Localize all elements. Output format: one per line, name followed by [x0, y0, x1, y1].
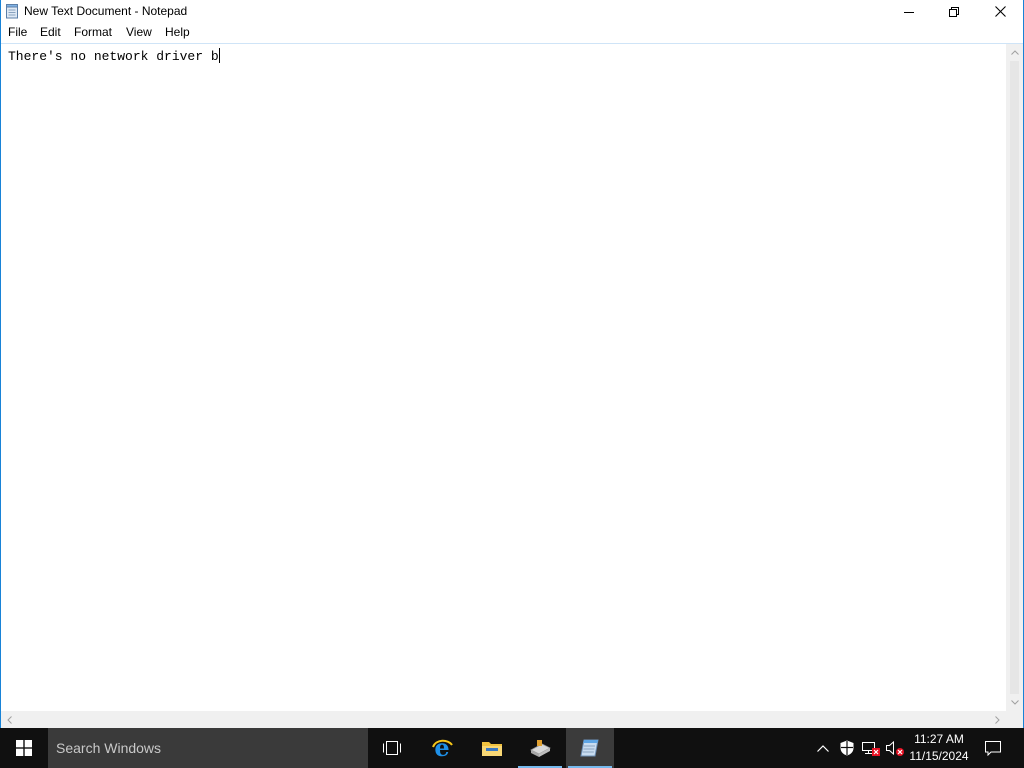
notepad-icon[interactable]: [5, 4, 19, 19]
network-disconnected-icon: [862, 742, 880, 756]
network-app-icon: [530, 740, 551, 757]
vertical-scrollbar[interactable]: [1006, 44, 1023, 711]
menu-edit[interactable]: Edit: [40, 25, 61, 40]
taskbar: Search Windows e 11:27 AM 11/15/2024: [0, 728, 1024, 768]
window-title: New Text Document - Notepad: [24, 4, 188, 18]
menu-format[interactable]: Format: [74, 25, 112, 40]
scroll-right-arrow[interactable]: [989, 711, 1006, 728]
system-clock[interactable]: 11:27 AM 11/15/2024: [905, 731, 973, 765]
scroll-left-arrow[interactable]: [1, 711, 18, 728]
menu-file[interactable]: File: [8, 25, 27, 40]
text-caret: [218, 48, 220, 63]
chevron-right-icon: [995, 715, 1000, 724]
menu-bar: File Edit Format View Help: [1, 23, 1023, 42]
menu-help[interactable]: Help: [165, 25, 190, 40]
tray-volume[interactable]: [884, 728, 906, 768]
chevron-up-icon: [817, 744, 829, 752]
tray-network[interactable]: [860, 728, 882, 768]
chevron-down-icon: [1010, 700, 1019, 705]
editor-content: There's no network driver b: [8, 49, 219, 64]
speaker-muted-icon: [886, 740, 904, 756]
windows-logo-icon: [16, 740, 32, 756]
close-button[interactable]: [977, 0, 1023, 23]
taskbar-file-explorer[interactable]: [468, 728, 516, 768]
clock-time: 11:27 AM: [914, 732, 964, 746]
menu-view[interactable]: View: [126, 25, 152, 40]
restore-icon: [949, 6, 959, 17]
shield-icon: [840, 740, 854, 756]
minimize-button[interactable]: [886, 0, 932, 23]
notepad-window: New Text Document - Notepad File Edit Fo…: [0, 0, 1024, 728]
show-hidden-icons-button[interactable]: [812, 728, 834, 768]
scroll-up-arrow[interactable]: [1006, 44, 1023, 61]
notepad-icon: [580, 739, 599, 757]
title-bar[interactable]: New Text Document - Notepad: [1, 0, 1023, 23]
text-editor-area[interactable]: There's no network driver b: [1, 43, 1023, 712]
notification-icon: [985, 740, 1001, 756]
task-view-icon: [383, 741, 401, 755]
close-icon: [994, 6, 1006, 17]
restore-button[interactable]: [931, 0, 977, 23]
taskbar-notepad[interactable]: [566, 728, 614, 768]
editor-text[interactable]: There's no network driver b: [8, 48, 1003, 65]
taskbar-edge[interactable]: e: [418, 728, 466, 768]
taskbar-network-app[interactable]: [516, 728, 564, 768]
horizontal-scrollbar[interactable]: [1, 711, 1006, 728]
tray-security[interactable]: [836, 728, 858, 768]
clock-date: 11/15/2024: [909, 749, 969, 763]
scrollbar-corner: [1006, 711, 1023, 728]
minimize-icon: [904, 11, 914, 13]
action-center-button[interactable]: [978, 728, 1008, 768]
vertical-scroll-track[interactable]: [1010, 61, 1019, 694]
search-box[interactable]: Search Windows: [48, 728, 368, 768]
task-view-button[interactable]: [368, 728, 416, 768]
scroll-down-arrow[interactable]: [1006, 694, 1023, 711]
chevron-left-icon: [7, 715, 12, 724]
chevron-up-icon: [1010, 50, 1019, 55]
search-placeholder: Search Windows: [56, 740, 162, 756]
file-explorer-icon: [482, 742, 502, 756]
start-button[interactable]: [0, 728, 48, 768]
edge-icon: e: [432, 736, 453, 760]
svg-text:e: e: [434, 736, 449, 760]
